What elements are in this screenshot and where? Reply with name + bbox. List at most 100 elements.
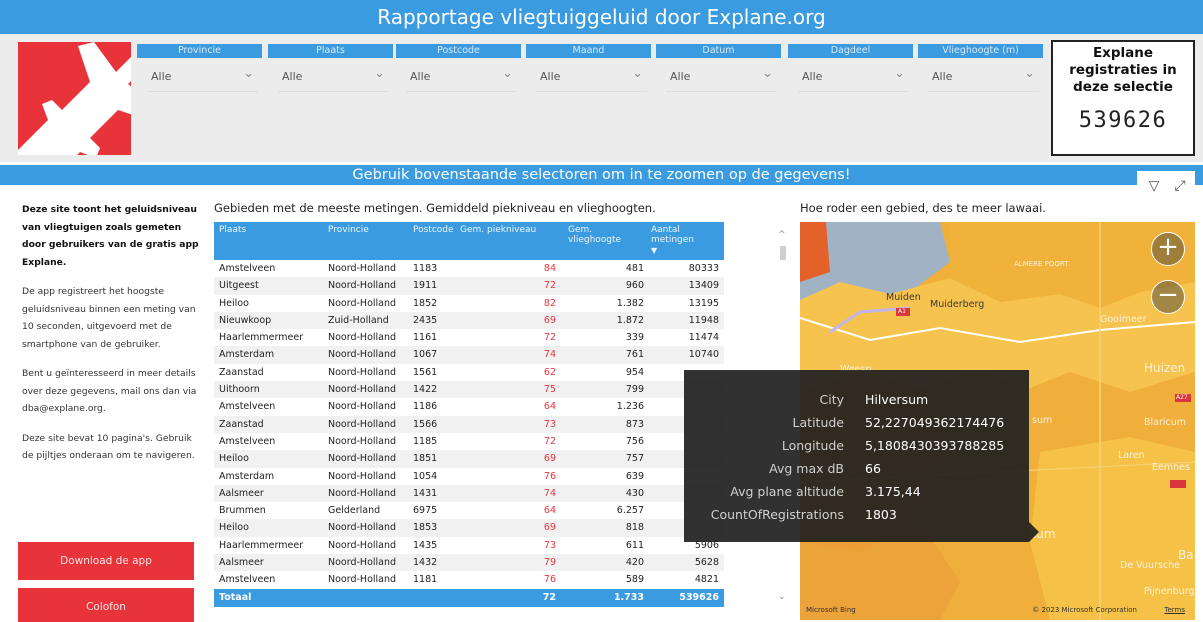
slicer-value: Alle — [410, 70, 431, 83]
table-row[interactable]: Amstelveen Noord-Holland 1185 72 756 — [214, 433, 724, 450]
scroll-up-icon[interactable]: ^ — [778, 230, 786, 240]
table-row[interactable]: Amsterdam Noord-Holland 1067 74 761 10740 — [214, 346, 724, 364]
slicer-dropdown[interactable]: Alle ⌄ — [396, 62, 521, 92]
explane-logo — [18, 42, 131, 155]
chevron-down-icon[interactable]: ⌄ — [374, 66, 385, 81]
table-row[interactable]: Zaanstad Noord-Holland 1566 73 873 — [214, 415, 724, 433]
zoom-in-button[interactable]: + — [1151, 232, 1185, 266]
slicer-maand[interactable]: Maand Alle ⌄ — [526, 44, 651, 92]
cell-plaats: Aalsmeer — [219, 557, 264, 569]
chevron-down-icon[interactable]: ⌄ — [762, 66, 773, 81]
scroll-down-icon[interactable]: ⌄ — [778, 592, 786, 602]
cell-postcode: 6975 — [413, 505, 438, 517]
slicer-dropdown[interactable]: Alle ⌄ — [268, 62, 393, 92]
cell-piekniveau: 79 — [543, 557, 556, 569]
chevron-down-icon[interactable]: ⌄ — [894, 66, 905, 81]
chevron-down-icon[interactable]: ⌄ — [1024, 66, 1035, 81]
tooltip-value: Hilversum — [865, 392, 929, 407]
tooltip-key: CountOfRegistrations — [710, 507, 844, 522]
tooltip-row: Latitude 52,227049362174476 — [684, 415, 1029, 435]
hint-bar: Gebruik bovenstaande selectoren om in te… — [0, 165, 1203, 185]
column-header[interactable]: Provincie — [328, 225, 369, 235]
column-header[interactable]: Aantal metingen — [651, 225, 711, 245]
cell-plaats: Haarlemmermeer — [219, 539, 304, 551]
table-row[interactable]: Amstelveen Noord-Holland 1183 84 481 80333 — [214, 260, 724, 277]
slicer-postcode[interactable]: Postcode Alle ⌄ — [396, 44, 521, 92]
cell-vlieghoogte: 6.257 — [616, 505, 644, 517]
map-label: Laren — [1118, 450, 1145, 461]
terms-link[interactable]: Terms — [1164, 606, 1185, 614]
table-row[interactable]: Heiloo Noord-Holland 1853 69 818 — [214, 519, 724, 537]
table-row[interactable]: Uitgeest Noord-Holland 1911 72 960 13409 — [214, 277, 724, 295]
cell-provincie: Noord-Holland — [328, 297, 397, 309]
cell-piekniveau: 69 — [543, 522, 556, 534]
slicer-dropdown[interactable]: Alle ⌄ — [788, 62, 913, 92]
tooltip-value: 1803 — [865, 507, 897, 522]
table-row[interactable]: Amstelveen Noord-Holland 1181 76 589 4821 — [214, 571, 724, 588]
slicer-dropdown[interactable]: Alle ⌄ — [656, 62, 781, 92]
chevron-down-icon[interactable]: ⌄ — [632, 66, 643, 81]
slicer-value: Alle — [802, 70, 823, 83]
cell-provincie: Noord-Holland — [328, 435, 397, 447]
column-header[interactable]: Gem. piekniveau — [460, 225, 536, 235]
table-row[interactable]: Zaanstad Noord-Holland 1561 62 954 — [214, 364, 724, 381]
slicer-label: Vlieghoogte (m) — [918, 44, 1043, 58]
cell-plaats: Nieuwkoop — [219, 314, 272, 326]
filter-icon[interactable]: ▽ — [1143, 175, 1165, 197]
cell-piekniveau: 69 — [543, 314, 556, 326]
tooltip-key: Avg plane altitude — [730, 484, 844, 499]
slicer-vlieghoogte[interactable]: Vlieghoogte (m) Alle ⌄ — [918, 44, 1043, 92]
slicer-label: Maand — [526, 44, 651, 58]
column-header[interactable]: Plaats — [219, 225, 246, 235]
cell-vlieghoogte: 639 — [625, 470, 644, 482]
cell-piekniveau: 73 — [543, 539, 556, 551]
kpi-label: Explane registraties in deze selectie — [1069, 45, 1177, 95]
table-row[interactable]: Aalsmeer Noord-Holland 1431 74 430 — [214, 484, 724, 503]
cell-provincie: Noord-Holland — [328, 332, 397, 344]
slicer-datum[interactable]: Datum Alle ⌄ — [656, 44, 781, 92]
tooltip-value: 52,227049362174476 — [865, 415, 1005, 430]
table-row[interactable]: Nieuwkoop Zuid-Holland 2435 69 1.872 11948 — [214, 311, 724, 330]
cell-plaats: Uithoorn — [219, 384, 260, 396]
cell-vlieghoogte: 611 — [625, 539, 644, 551]
slicer-dropdown[interactable]: Alle ⌄ — [918, 62, 1043, 92]
slicer-dagdeel[interactable]: Dagdeel Alle ⌄ — [788, 44, 913, 92]
colofon-button[interactable]: Colofon — [18, 588, 194, 622]
column-header[interactable]: Postcode — [413, 225, 454, 235]
column-header[interactable]: Gem. vlieghoogte — [568, 225, 628, 245]
table-row[interactable]: Haarlemmermeer Noord-Holland 1435 73 611 5906 — [214, 537, 724, 554]
divider — [928, 91, 1039, 92]
slicer-plaats[interactable]: Plaats Alle ⌄ — [268, 44, 393, 92]
cell-provincie: Noord-Holland — [328, 574, 397, 586]
cell-vlieghoogte: 757 — [625, 453, 644, 465]
table-header: Plaats Provincie Postcode Gem. pieknivea… — [214, 222, 724, 260]
table-row[interactable]: Heiloo Noord-Holland 1852 82 1.382 13195 — [214, 295, 724, 312]
focus-mode-icon[interactable]: ⤢ — [1169, 175, 1191, 197]
cell-vlieghoogte: 756 — [625, 435, 644, 447]
table-row[interactable]: Haarlemmermeer Noord-Holland 1161 72 339 1147… — [214, 329, 724, 346]
table-row[interactable]: Amstelveen Noord-Holland 1186 64 1.236 — [214, 398, 724, 415]
cell-provincie: Noord-Holland — [328, 263, 397, 274]
cell-piekniveau: 64 — [543, 401, 556, 413]
table-row[interactable]: Uithoorn Noord-Holland 1422 75 799 — [214, 381, 724, 399]
table-row[interactable]: Brummen Gelderland 6975 64 6.257 — [214, 502, 724, 519]
divider — [798, 91, 909, 92]
download-app-button[interactable]: Download de app — [18, 542, 194, 580]
chevron-down-icon[interactable]: ⌄ — [502, 66, 513, 81]
slicer-dropdown[interactable]: Alle ⌄ — [526, 62, 651, 92]
slicer-provincie[interactable]: Provincie Alle ⌄ — [137, 44, 262, 92]
cell-postcode: 1852 — [413, 297, 438, 309]
chevron-down-icon[interactable]: ⌄ — [243, 66, 254, 81]
zoom-out-button[interactable]: − — [1151, 280, 1185, 314]
slicer-dropdown[interactable]: Alle ⌄ — [137, 62, 262, 92]
scrollbar-thumb[interactable] — [780, 246, 786, 260]
table-row[interactable]: Aalsmeer Noord-Holland 1432 79 420 5628 — [214, 554, 724, 572]
cell-vlieghoogte: 761 — [625, 349, 644, 361]
map-label: ALMERE POORT — [1014, 260, 1069, 268]
cell-piekniveau: 73 — [543, 418, 556, 430]
table-row[interactable]: Amsterdam Noord-Holland 1054 76 639 — [214, 468, 724, 485]
tooltip-row: Longitude 5,1808430393788285 — [684, 438, 1029, 458]
table-row[interactable]: Heiloo Noord-Holland 1851 69 757 — [214, 450, 724, 468]
filter-band: Provincie Alle ⌄ Plaats Alle ⌄ Postcode … — [0, 34, 1203, 162]
tooltip-key: Latitude — [792, 415, 844, 430]
